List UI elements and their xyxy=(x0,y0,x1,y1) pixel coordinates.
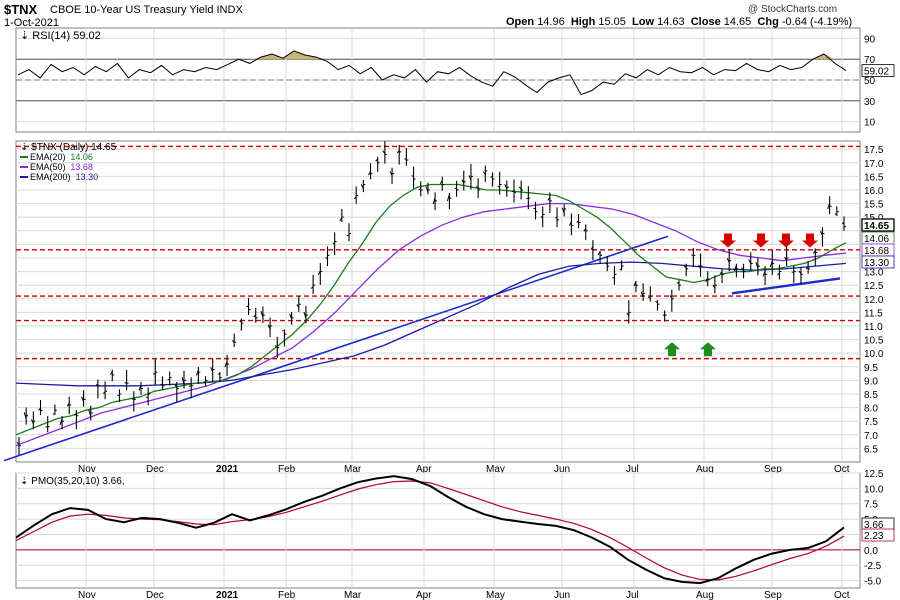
legend-series-name: EMA(50) xyxy=(30,162,66,172)
price-bar-open-tick xyxy=(45,426,48,428)
price-y-tick: 12.5 xyxy=(864,281,884,292)
pmo-x-label: Oct xyxy=(834,590,850,600)
pmo-x-label: Jul xyxy=(626,590,639,600)
price-y-tick: 6.5 xyxy=(864,444,878,455)
legend-series-value: 14.06 xyxy=(70,152,93,162)
price-y-tick: 12.0 xyxy=(864,295,884,306)
pmo-x-label: Mar xyxy=(344,590,362,600)
last-value-label: 13.68 xyxy=(864,246,889,257)
chart-canvas: 907050301059.02⇣ RSI(14) 59.0217.517.016… xyxy=(3,27,895,600)
pmo-x-label: Apr xyxy=(416,590,432,600)
price-y-tick: 13.0 xyxy=(864,268,884,279)
price-y-tick: 7.5 xyxy=(864,417,878,428)
rsi-y-tick: 90 xyxy=(864,34,876,45)
pmo-y-tick: 0.0 xyxy=(864,546,878,557)
last-value-label: 13.30 xyxy=(864,258,889,269)
rsi-y-tick: 10 xyxy=(864,118,876,129)
price-y-tick: 7.0 xyxy=(864,431,878,442)
price-y-tick: 17.0 xyxy=(864,159,884,170)
pmo-value-label: 2.23 xyxy=(864,531,884,542)
legend-series-name: EMA(20) xyxy=(30,152,66,162)
price-bar-open-tick xyxy=(239,320,242,323)
price-bar-open-tick xyxy=(411,175,414,177)
stockcharts-figure: $TNX CBOE 10-Year US Treasury Yield INDX… xyxy=(0,0,900,600)
pmo-x-label: Jun xyxy=(554,590,570,600)
price-y-tick: 17.5 xyxy=(864,145,884,156)
last-value-label: 14.65 xyxy=(864,221,889,232)
pmo-x-label: Feb xyxy=(278,590,296,600)
price-y-tick: 9.5 xyxy=(864,363,878,374)
last-value-label: 14.06 xyxy=(864,234,889,245)
price-bar-open-tick xyxy=(404,158,407,160)
pmo-y-tick: 10.0 xyxy=(864,484,884,495)
pmo-x-label: 2021 xyxy=(216,590,239,600)
price-y-tick: 10.0 xyxy=(864,349,884,360)
pmo-x-label: Nov xyxy=(78,590,96,600)
price-y-tick: 11.0 xyxy=(864,322,883,333)
price-bar-open-tick xyxy=(275,345,278,348)
rsi-y-tick: 50 xyxy=(864,76,876,87)
price-y-tick: 8.5 xyxy=(864,390,878,401)
pmo-y-tick: -5.0 xyxy=(864,577,882,588)
price-bar-open-tick xyxy=(497,185,500,188)
price-y-tick: 10.5 xyxy=(864,336,884,347)
pmo-x-label: Sep xyxy=(764,590,782,600)
legend-series-value: 13.30 xyxy=(76,172,99,182)
rsi-y-tick: 30 xyxy=(864,97,876,108)
price-y-tick: 8.0 xyxy=(864,404,878,415)
price-y-tick: 16.0 xyxy=(864,186,884,197)
pmo-y-tick: 12.5 xyxy=(864,469,884,480)
pmo-x-label: May xyxy=(486,590,505,600)
pmo-title: ⇣ PMO(35,20,10) 3.66, xyxy=(20,476,125,487)
rsi-value-label: 59.02 xyxy=(864,67,889,78)
price-y-tick: 11.5 xyxy=(864,308,883,319)
pmo-y-tick: -2.5 xyxy=(864,561,882,572)
pmo-x-label: Dec xyxy=(146,590,164,600)
price-y-tick: 9.0 xyxy=(864,376,878,387)
legend-series-value: 13.68 xyxy=(70,162,93,172)
rsi-title: ⇣ RSI(14) 59.02 xyxy=(20,30,101,42)
pmo-x-label: Aug xyxy=(696,590,714,600)
pmo-y-tick: 7.5 xyxy=(864,500,878,511)
price-y-tick: 15.5 xyxy=(864,200,884,211)
price-bar-open-tick xyxy=(612,276,615,279)
price-y-tick: 16.5 xyxy=(864,172,884,183)
legend-series-name: EMA(200) xyxy=(30,172,71,182)
